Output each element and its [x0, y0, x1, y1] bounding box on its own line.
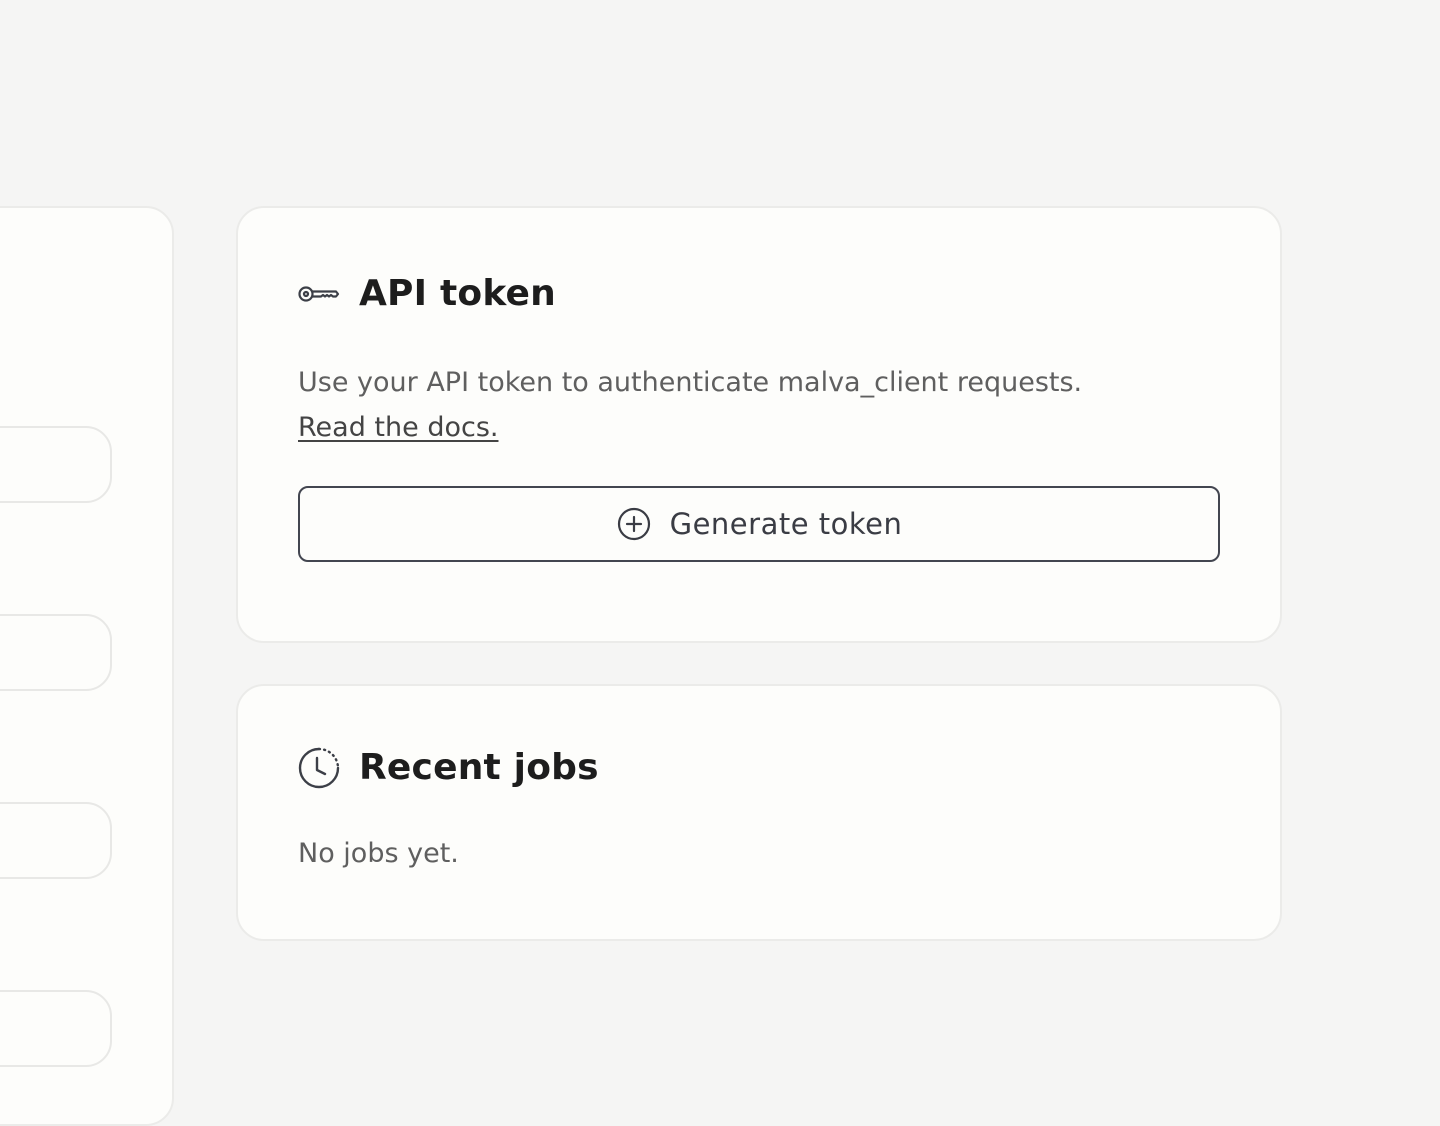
generate-token-label: Generate token: [669, 507, 903, 541]
form-input-3[interactable]: [0, 802, 112, 879]
history-clock-icon: [298, 747, 340, 789]
generate-token-button[interactable]: Generate token: [298, 486, 1220, 562]
plus-circle-icon: [616, 506, 652, 542]
api-token-header: API token: [298, 272, 556, 316]
read-docs-link[interactable]: Read the docs.: [298, 412, 498, 443]
recent-jobs-empty-state: No jobs yet.: [298, 838, 459, 869]
api-token-title: API token: [359, 273, 556, 314]
recent-jobs-header: Recent jobs: [298, 746, 599, 790]
api-token-description-text: Use your API token to authenticate malva…: [298, 367, 1083, 398]
form-input-1[interactable]: [0, 426, 112, 503]
form-input-2[interactable]: [0, 614, 112, 691]
recent-jobs-title: Recent jobs: [359, 747, 599, 788]
key-icon: [298, 273, 340, 315]
api-token-card: API token Use your API token to authenti…: [236, 206, 1282, 643]
form-input-4[interactable]: [0, 990, 112, 1067]
api-token-description: Use your API token to authenticate malva…: [298, 360, 1238, 450]
recent-jobs-card: Recent jobs No jobs yet.: [236, 684, 1282, 941]
